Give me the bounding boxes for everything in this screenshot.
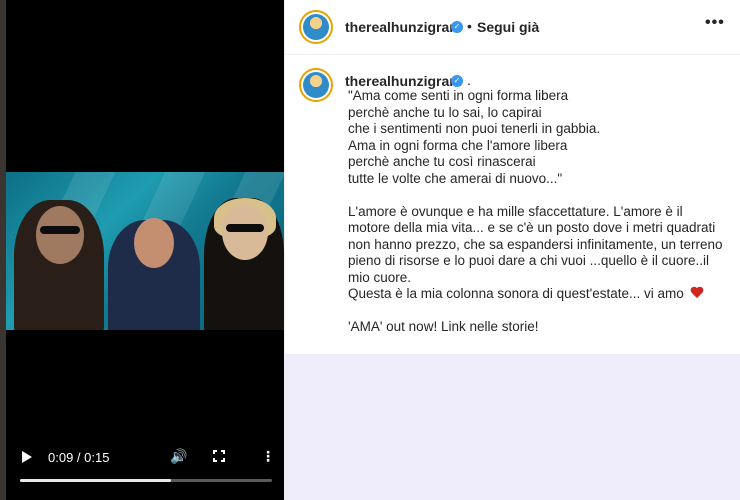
video-controls: 0:09 / 0:15 🔊 ⋮ [6,440,284,500]
video-time: 0:09 / 0:15 [48,450,110,465]
verified-icon: ✓ [451,75,463,87]
post-caption: "Ama come senti in ogni forma libera per… [348,88,728,336]
post-header: therealhunzigram ✓ • Segui già ••• [285,0,740,55]
volume-icon[interactable]: 🔊 [170,449,187,465]
verified-icon: ✓ [451,21,463,33]
person-center [108,218,200,330]
video-progress-fill [20,479,172,482]
caption-text-end: 'AMA' out now! Link nelle storie! [348,319,539,334]
video-frame[interactable] [6,172,284,330]
caption-username[interactable]: therealhunzigram [345,73,462,89]
video-progress-bar[interactable] [20,479,272,482]
person-right [204,198,284,330]
empty-region [284,354,740,500]
caption-trailing-dot: . [467,72,471,88]
person-left [14,200,104,330]
caption-avatar[interactable] [299,68,333,102]
header-username[interactable]: therealhunzigram [345,19,462,35]
play-icon[interactable] [22,451,32,463]
follow-button[interactable]: Segui già [477,19,539,35]
fullscreen-icon[interactable] [212,449,228,465]
separator-dot: • [467,18,472,34]
options-icon[interactable]: ••• [705,14,725,32]
avatar[interactable] [299,10,333,44]
more-options-icon[interactable]: ⋮ [261,449,275,465]
video-player[interactable]: 0:09 / 0:15 🔊 ⋮ [6,0,284,500]
heart-icon [690,287,704,299]
post-panel: therealhunzigram ✓ • Segui già ••• there… [284,0,740,354]
caption-text: "Ama come senti in ogni forma libera per… [348,88,723,301]
